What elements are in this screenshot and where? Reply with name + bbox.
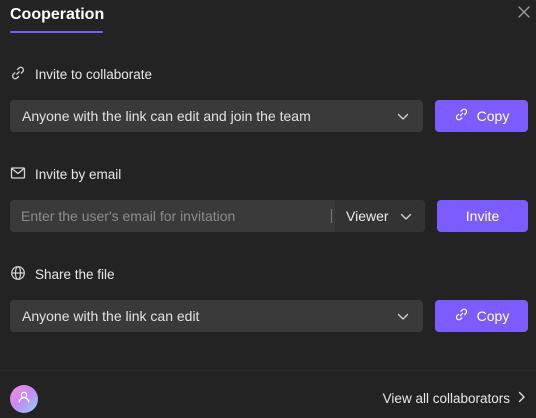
active-tab-indicator xyxy=(10,31,103,33)
mail-icon xyxy=(10,165,26,184)
invite-email-label: Invite by email xyxy=(35,166,122,182)
link-permission-select[interactable]: Anyone with the link can edit and join t… xyxy=(10,100,423,132)
invite-button-label: Invite xyxy=(465,208,500,224)
footer-divider xyxy=(0,370,536,371)
invite-button[interactable]: Invite xyxy=(437,200,528,232)
copy-button-label: Copy xyxy=(476,108,510,124)
view-all-collaborators-link[interactable]: View all collaborators xyxy=(383,388,526,408)
role-select-value: Viewer xyxy=(346,208,389,224)
chevron-down-icon xyxy=(397,308,409,324)
email-invite-group: Viewer xyxy=(10,200,425,232)
link-permission-value: Anyone with the link can edit and join t… xyxy=(22,108,311,124)
chevron-down-icon xyxy=(397,108,409,124)
copy-invite-link-button[interactable]: Copy xyxy=(435,100,528,132)
invite-link-label: Invite to collaborate xyxy=(35,66,153,82)
link-icon xyxy=(454,307,469,325)
copy-button-label: Copy xyxy=(476,308,510,324)
chevron-right-icon xyxy=(518,391,526,406)
share-file-section-label: Share the file xyxy=(10,264,115,284)
copy-file-link-button[interactable]: Copy xyxy=(435,300,528,332)
file-permission-select[interactable]: Anyone with the link can edit xyxy=(10,300,423,332)
view-all-label: View all collaborators xyxy=(382,390,510,406)
close-icon[interactable] xyxy=(516,4,532,20)
invite-link-section-label: Invite to collaborate xyxy=(10,64,152,84)
field-divider xyxy=(331,209,332,223)
link-icon xyxy=(454,107,469,125)
chevron-down-icon xyxy=(400,208,412,224)
file-permission-value: Anyone with the link can edit xyxy=(22,308,200,324)
link-icon xyxy=(10,65,26,84)
email-field[interactable] xyxy=(10,200,331,232)
role-select[interactable]: Viewer xyxy=(335,200,425,232)
invite-email-section-label: Invite by email xyxy=(10,164,121,184)
globe-icon xyxy=(10,265,26,284)
share-file-label: Share the file xyxy=(35,266,115,282)
user-icon xyxy=(17,390,31,409)
avatar[interactable] xyxy=(10,385,38,413)
tab-cooperation[interactable]: Cooperation xyxy=(10,6,104,24)
